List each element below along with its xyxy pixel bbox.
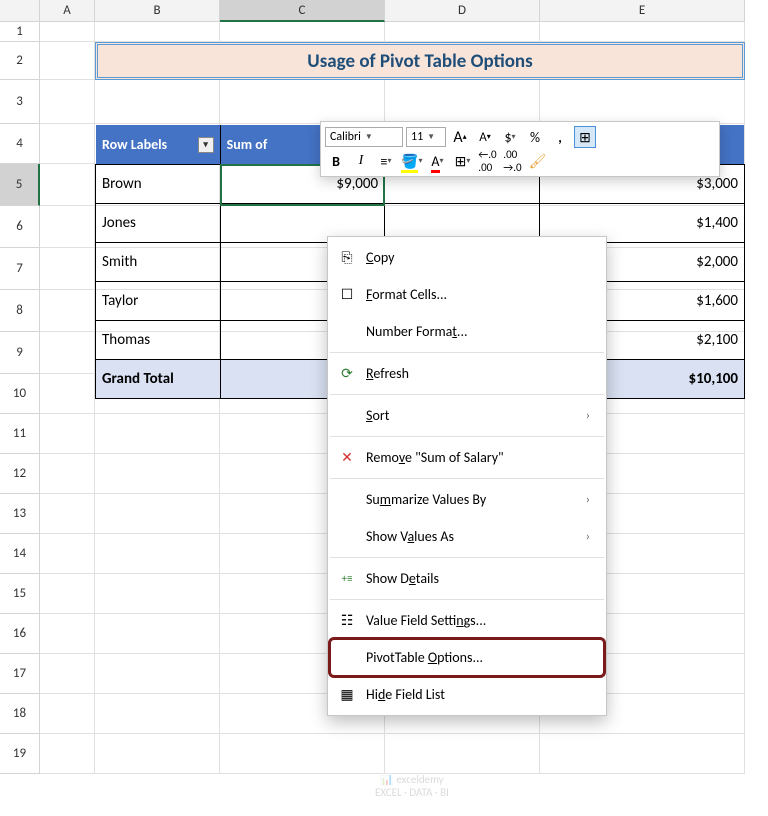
percent-icon[interactable]: % [524, 126, 546, 148]
table-icon[interactable]: ⊞ [574, 126, 596, 148]
row-header-10[interactable]: 10 [0, 374, 40, 414]
bold-button[interactable]: B [325, 150, 347, 172]
remove-icon: ✕ [338, 449, 356, 467]
chevron-right-icon: › [586, 409, 590, 423]
menu-remove[interactable]: ✕ Remove "Sum of Salary" [330, 439, 604, 476]
row-header-4[interactable]: 4 [0, 124, 40, 164]
pivot-label[interactable]: Thomas [96, 321, 221, 360]
align-icon[interactable]: ≡▾ [375, 150, 397, 172]
chevron-right-icon: › [586, 530, 590, 544]
chevron-right-icon: › [586, 493, 590, 507]
row-header-1[interactable]: 1 [0, 22, 40, 42]
row-header-9[interactable]: 9 [0, 332, 40, 374]
col-header-a[interactable]: A [40, 0, 95, 22]
format-painter-icon[interactable]: 🖌 [526, 150, 548, 172]
refresh-icon: ⟳ [338, 365, 356, 383]
copy-icon: ⎘ [338, 249, 356, 267]
menu-show-values[interactable]: Show Values As › [330, 518, 604, 555]
column-headers: A B C D E [0, 0, 745, 22]
menu-refresh[interactable]: ⟳ Refresh [330, 355, 604, 392]
row-header-18[interactable]: 18 [0, 694, 40, 734]
menu-separator [330, 557, 604, 558]
watermark: 📊 exceldemyEXCEL · DATA · BI [375, 773, 449, 799]
row-header-5[interactable]: 5 [0, 164, 40, 206]
select-all-corner[interactable] [0, 0, 40, 22]
row-header-14[interactable]: 14 [0, 534, 40, 574]
hide-list-icon: ▦ [338, 686, 356, 704]
row-header-19[interactable]: 19 [0, 734, 40, 774]
rowlabels-text: Row Labels [102, 136, 167, 153]
col-header-e[interactable]: E [540, 0, 745, 22]
pivot-total-label[interactable]: Grand Total [96, 360, 221, 398]
row-header-15[interactable]: 15 [0, 574, 40, 614]
row-header-7[interactable]: 7 [0, 248, 40, 290]
font-size-selector[interactable]: 11▼ [406, 127, 446, 147]
decrease-decimal-icon[interactable]: .00→.0 [501, 150, 523, 172]
font-name-selector[interactable]: Calibri▼ [325, 127, 403, 147]
decrease-font-icon[interactable]: A▾ [474, 126, 496, 148]
font-color-icon[interactable]: A▾ [426, 150, 448, 172]
menu-format-cells[interactable]: ☐ Format Cells... [330, 276, 604, 313]
rowlabels-dropdown-icon[interactable]: ▾ [198, 137, 214, 153]
row-header-2[interactable]: 2 [0, 42, 40, 80]
increase-font-icon[interactable]: A▴ [449, 126, 471, 148]
menu-separator [330, 352, 604, 353]
menu-separator [330, 478, 604, 479]
row-header-11[interactable]: 11 [0, 414, 40, 454]
row-header-13[interactable]: 13 [0, 494, 40, 534]
menu-summarize[interactable]: Summarize Values By › [330, 481, 604, 518]
menu-separator [330, 394, 604, 395]
menu-pivottable-options[interactable]: PivotTable Options... [330, 639, 604, 676]
row-header-6[interactable]: 6 [0, 206, 40, 248]
show-details-icon: +≡ [338, 570, 356, 588]
row-header-17[interactable]: 17 [0, 654, 40, 694]
fill-color-icon[interactable]: 🪣▾ [400, 150, 423, 172]
pivot-label[interactable]: Brown [96, 165, 221, 204]
menu-separator [330, 599, 604, 600]
pivot-label[interactable]: Smith [96, 243, 221, 282]
row-headers: 1 2 3 4 5 6 7 8 9 10 11 12 13 14 15 16 1… [0, 22, 40, 774]
italic-button[interactable]: I [350, 150, 372, 172]
chevron-down-icon: ▼ [427, 132, 435, 142]
menu-copy[interactable]: ⎘ Copy [330, 239, 604, 276]
format-cells-icon: ☐ [338, 286, 356, 304]
settings-icon: ☷ [338, 612, 356, 630]
menu-value-field-settings[interactable]: ☷ Value Field Settings... [330, 602, 604, 639]
row-header-12[interactable]: 12 [0, 454, 40, 494]
menu-hide-field-list[interactable]: ▦ Hide Field List [330, 676, 604, 713]
sum-text: Sum of [227, 136, 268, 153]
row-header-3[interactable]: 3 [0, 80, 40, 124]
menu-show-details[interactable]: +≡ Show Details [330, 560, 604, 597]
menu-sort[interactable]: Sort › [330, 397, 604, 434]
col-header-b[interactable]: B [95, 0, 220, 22]
row-header-16[interactable]: 16 [0, 614, 40, 654]
row-header-8[interactable]: 8 [0, 290, 40, 332]
pivot-header-rowlabels[interactable]: Row Labels ▾ [96, 125, 221, 165]
comma-icon[interactable]: , [549, 126, 571, 148]
pivot-label[interactable]: Jones [96, 204, 221, 243]
chevron-down-icon: ▼ [365, 132, 373, 142]
borders-icon[interactable]: ⊞▾ [451, 150, 473, 172]
increase-decimal-icon[interactable]: ←.0.00 [476, 150, 498, 172]
pivot-label[interactable]: Taylor [96, 282, 221, 321]
currency-icon[interactable]: $▾ [499, 126, 521, 148]
menu-separator [330, 436, 604, 437]
col-header-d[interactable]: D [385, 0, 540, 22]
page-title: Usage of Pivot Table Options [95, 42, 745, 80]
mini-toolbar: Calibri▼ 11▼ A▴ A▾ $▾ % , ⊞ B I ≡▾ 🪣▾ A▾… [320, 121, 720, 177]
col-header-c[interactable]: C [220, 0, 385, 22]
menu-number-format[interactable]: Number Format... [330, 313, 604, 350]
context-menu: ⎘ Copy ☐ Format Cells... Number Format..… [327, 236, 607, 716]
